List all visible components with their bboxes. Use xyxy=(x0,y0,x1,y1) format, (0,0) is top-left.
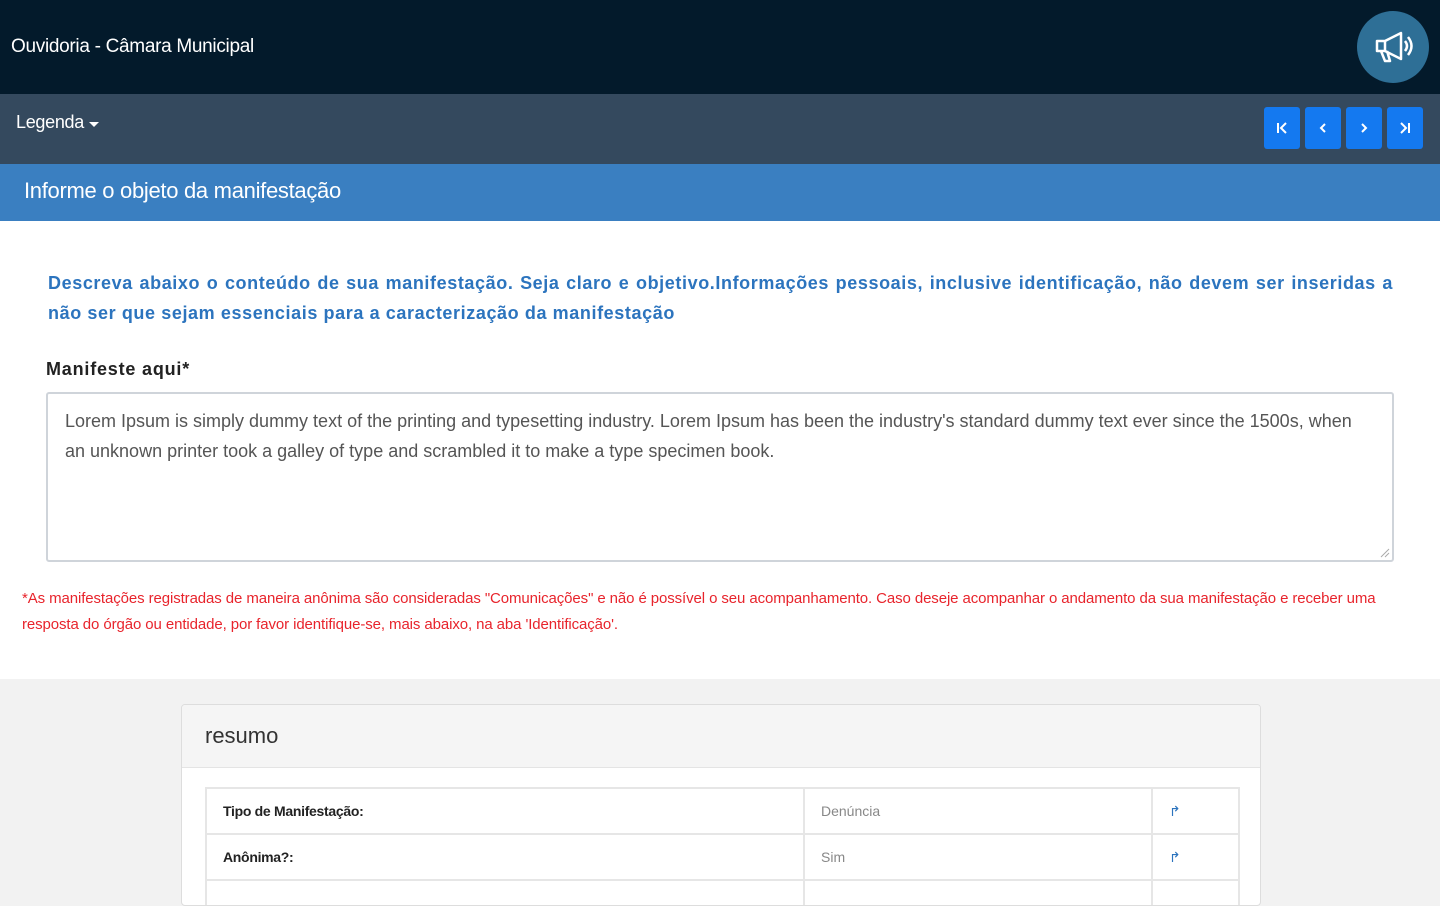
previous-page-icon xyxy=(1319,123,1326,133)
table-row: Tipo de Manifestação: Denúncia ↱ xyxy=(205,787,1240,835)
first-page-icon xyxy=(1277,122,1287,134)
previous-page-button[interactable] xyxy=(1305,107,1341,149)
first-page-button[interactable] xyxy=(1264,107,1300,149)
next-page-icon xyxy=(1361,123,1368,133)
summary-card: resumo Tipo de Manifestação: Denúncia ↱ … xyxy=(181,704,1261,906)
last-page-icon xyxy=(1400,122,1410,134)
last-page-button[interactable] xyxy=(1387,107,1423,149)
megaphone-icon xyxy=(1375,31,1413,63)
edit-arrow-icon[interactable]: ↱ xyxy=(1151,833,1240,881)
summary-title: resumo xyxy=(205,723,279,748)
edit-arrow-icon[interactable]: ↱ xyxy=(1151,787,1240,835)
resize-handle-icon[interactable] xyxy=(1380,548,1390,558)
toolbar xyxy=(0,94,1440,164)
row-value: Denúncia xyxy=(803,787,1153,835)
instructions-text: Descreva abaixo o conteúdo de sua manife… xyxy=(48,273,1393,323)
row-label: Tipo de Manifestação: xyxy=(205,787,805,835)
legend-dropdown[interactable]: Legenda xyxy=(16,112,99,133)
anonymous-warning: *As manifestações registradas de maneira… xyxy=(22,590,1376,633)
legend-label: Legenda xyxy=(16,112,84,132)
row-label: Anônima?: xyxy=(205,833,805,881)
row-label xyxy=(205,879,805,905)
section-title: Informe o objeto da manifestação xyxy=(24,178,341,203)
chevron-down-icon xyxy=(88,121,99,127)
app-title: Ouvidoria - Câmara Municipal xyxy=(11,36,254,57)
row-value xyxy=(803,879,1153,905)
megaphone-button[interactable] xyxy=(1357,11,1429,83)
summary-header xyxy=(182,705,1260,768)
manifest-field-label: Manifeste aqui* xyxy=(46,359,191,379)
summary-table: Tipo de Manifestação: Denúncia ↱ Anônima… xyxy=(205,787,1240,905)
manifest-textarea[interactable]: Lorem Ipsum is simply dummy text of the … xyxy=(46,392,1394,562)
table-row xyxy=(205,879,1240,905)
row-value: Sim xyxy=(803,833,1153,881)
table-row: Anônima?: Sim ↱ xyxy=(205,833,1240,881)
edit-arrow-icon[interactable] xyxy=(1151,879,1240,905)
next-page-button[interactable] xyxy=(1346,107,1382,149)
